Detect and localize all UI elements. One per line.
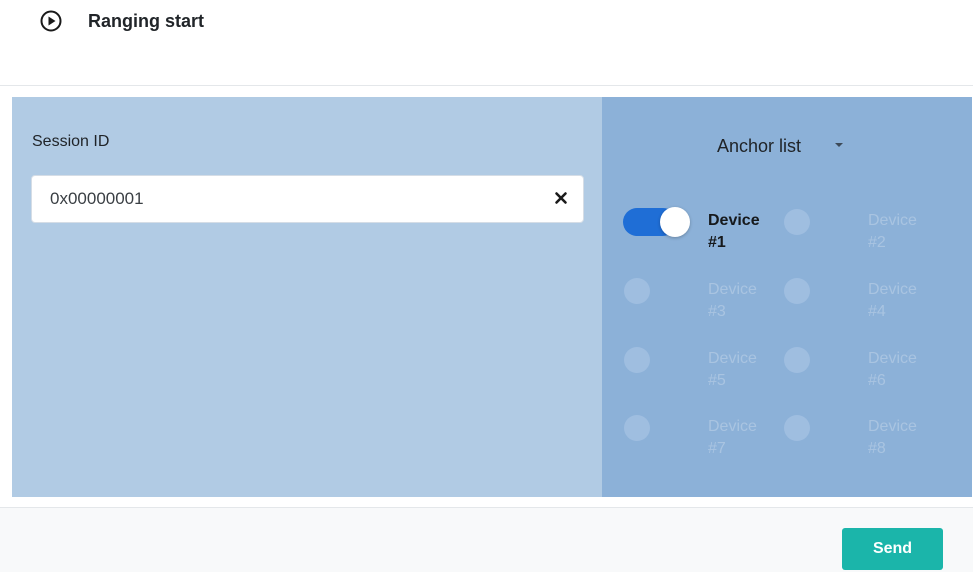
caret-down-icon[interactable] xyxy=(835,143,843,147)
device-2-label: Device #2 xyxy=(868,212,917,251)
device-3-label: Device #3 xyxy=(708,281,757,320)
device-toggle-5: Device #5 xyxy=(623,346,783,396)
switch-knob xyxy=(784,209,810,235)
play-circle-icon[interactable] xyxy=(40,10,62,32)
device-toggle-1: Device #1 xyxy=(623,207,783,258)
switch-knob xyxy=(624,347,650,373)
device-7-switch[interactable] xyxy=(623,414,677,442)
switch-knob xyxy=(784,415,810,441)
device-toggle-7: Device #7 xyxy=(623,414,783,464)
anchor-section: Anchor list Device #1 Device #2 Device #3 D… xyxy=(602,97,972,497)
device-toggle-2: Device #2 xyxy=(783,208,943,258)
device-toggle-6: Device #6 xyxy=(783,346,943,396)
device-6-label: Device #6 xyxy=(868,350,917,389)
device-5-label: Device #5 xyxy=(708,350,757,389)
device-7-label: Device #7 xyxy=(708,418,757,457)
switch-knob xyxy=(624,415,650,441)
switch-knob xyxy=(784,278,810,304)
device-4-switch[interactable] xyxy=(783,277,837,305)
switch-knob xyxy=(660,207,690,237)
device-2-switch[interactable] xyxy=(783,208,837,236)
session-section: Session ID xyxy=(12,97,602,497)
session-id-label: Session ID xyxy=(32,133,110,150)
header: Ranging start xyxy=(0,0,973,86)
switch-knob xyxy=(624,278,650,304)
switch-knob xyxy=(784,347,810,373)
device-5-switch[interactable] xyxy=(623,346,677,374)
device-toggle-3: Device #3 xyxy=(623,277,783,327)
session-id-input[interactable] xyxy=(50,176,530,222)
send-button[interactable]: Send xyxy=(842,528,943,570)
device-3-switch[interactable] xyxy=(623,277,677,305)
device-6-switch[interactable] xyxy=(783,346,837,374)
session-id-field-wrapper xyxy=(31,175,584,223)
page-title: Ranging start xyxy=(88,11,205,31)
device-toggle-4: Device #4 xyxy=(783,277,943,327)
device-1-switch[interactable] xyxy=(623,207,690,237)
device-8-switch[interactable] xyxy=(783,414,837,442)
device-8-label: Device #8 xyxy=(868,418,917,457)
device-1-label: Device #1 xyxy=(708,212,760,251)
footer: Send xyxy=(0,507,973,572)
ranging-panel: Session ID Anchor list Device#1 Device#2… xyxy=(12,97,972,497)
anchor-list-dropdown[interactable]: Anchor list xyxy=(717,135,801,157)
device-4-label: Device #4 xyxy=(868,281,917,320)
close-icon[interactable] xyxy=(553,190,569,206)
device-toggle-8: Device #8 xyxy=(783,414,943,464)
